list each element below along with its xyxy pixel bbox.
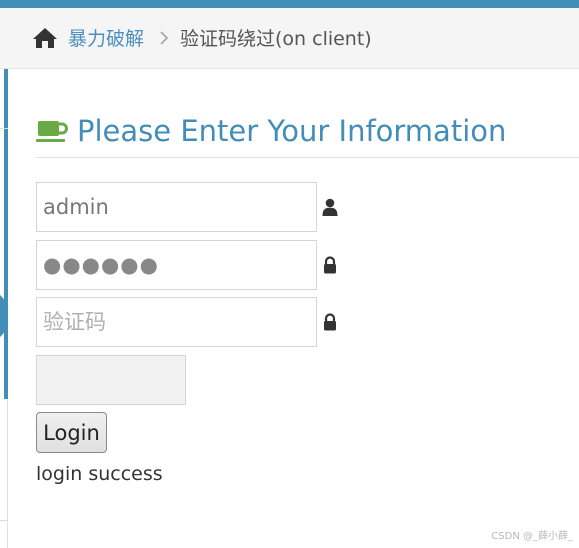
- watermark: CSDN @_薛小薛_: [491, 531, 573, 542]
- lock-icon: [324, 256, 336, 274]
- sidebar-accent: [4, 69, 8, 399]
- chevron-right-icon: [160, 31, 169, 45]
- coffee-icon: [36, 121, 68, 142]
- password-input[interactable]: [36, 240, 317, 290]
- page-header: Please Enter Your Information: [35, 108, 579, 158]
- top-navbar: [0, 0, 579, 8]
- sidebar-divider: [0, 520, 8, 521]
- breadcrumb-current: 验证码绕过(on client): [180, 28, 372, 50]
- captcha-input[interactable]: [36, 297, 317, 347]
- captcha-image[interactable]: [36, 355, 186, 405]
- home-icon[interactable]: [32, 27, 58, 49]
- breadcrumb-link[interactable]: 暴力破解: [68, 27, 144, 51]
- user-icon: [322, 198, 338, 216]
- lock-icon: [324, 313, 336, 331]
- breadcrumb: 暴力破解 验证码绕过(on client): [0, 8, 579, 69]
- login-button[interactable]: Login: [36, 412, 107, 453]
- sidebar-divider: [0, 128, 8, 129]
- status-message: login success: [36, 463, 163, 485]
- username-input[interactable]: [36, 182, 317, 232]
- page-title: Please Enter Your Information: [77, 114, 507, 148]
